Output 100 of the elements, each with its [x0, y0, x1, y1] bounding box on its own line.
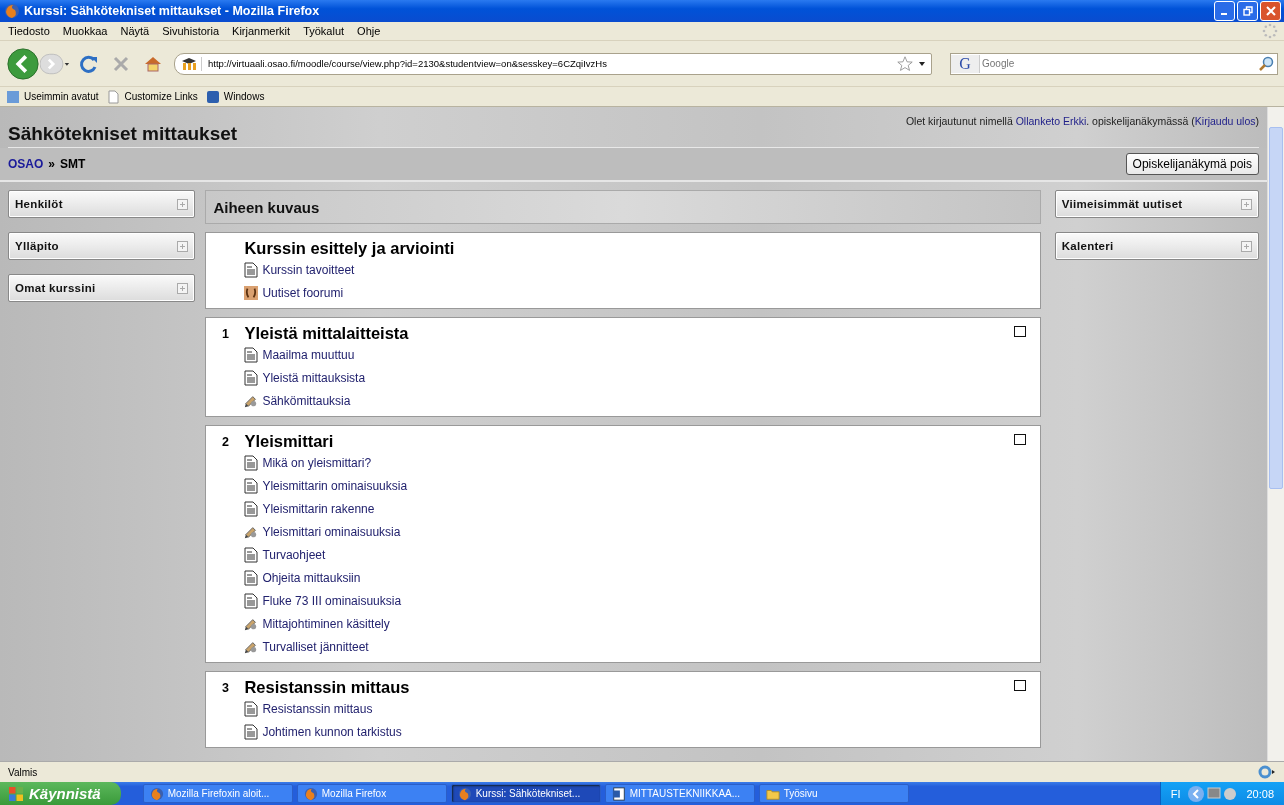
highlight-toggle-icon[interactable] [1013, 680, 1026, 691]
document-icon [611, 786, 626, 801]
activity-link[interactable]: Sähkömittauksia [262, 393, 351, 408]
activity-link[interactable]: Mittajohtiminen käsittely [262, 616, 390, 631]
loading-indicator-icon [1262, 23, 1278, 39]
back-button-icon[interactable] [6, 46, 40, 81]
close-icon [1265, 6, 1276, 16]
menu-item[interactable]: Kirjanmerkit [232, 25, 291, 37]
window-title: Kurssi: Sähkötekniset mittaukset - Mozilla Firefox [24, 4, 321, 18]
activity-link[interactable]: Yleismittari ominaisuuksia [262, 524, 401, 539]
document-icon [244, 500, 259, 517]
topic-header: Aiheen kuvaus [205, 190, 1041, 224]
menu-item[interactable]: Muokkaa [62, 25, 108, 37]
section-number: 3 [221, 681, 229, 695]
sidebar-block-header[interactable]: Kalenteri [1054, 232, 1259, 260]
expand-icon[interactable] [177, 240, 189, 252]
taskbar-button[interactable]: MITTAUSTEKNIIKKAA... [604, 784, 755, 803]
activity-link[interactable]: Kurssin tavoitteet [262, 262, 355, 277]
sidebar-block-header[interactable]: Omat kurssini [8, 274, 196, 302]
activity-link[interactable]: Johtimen kunnon tarkistus [262, 724, 402, 739]
login-info-text: Olet kirjautunut nimellä Ollanketo Erkki. opiskelijanäkymässä (Kirjaudu ulos) [905, 115, 1259, 127]
restore-button[interactable] [1237, 1, 1258, 21]
taskbar-button[interactable]: Mozilla Firefox [296, 784, 447, 803]
expand-icon[interactable] [177, 282, 189, 294]
bookmark-item[interactable]: Useimmin avatut [6, 89, 99, 104]
breadcrumb-text: SMT [60, 157, 86, 171]
activity-link[interactable]: Resistanssin mittaus [262, 701, 373, 716]
close-button[interactable] [1260, 1, 1281, 21]
menu-item[interactable]: Ohje [357, 25, 381, 37]
activity-link[interactable]: Ohjeita mittauksiin [262, 570, 361, 585]
activity-link[interactable]: Maailma muuttuu [262, 347, 355, 362]
tray-icons-drawing[interactable] [1188, 784, 1239, 803]
search-icon[interactable] [1258, 55, 1274, 72]
document-icon [244, 369, 259, 386]
sidebar-block-header[interactable]: Henkilöt [8, 190, 196, 218]
breadcrumb-text: » [48, 157, 56, 171]
bookmark-icon [6, 89, 20, 104]
breadcrumb-link[interactable]: OSAO [8, 157, 44, 171]
minimize-icon [1220, 13, 1227, 15]
highlight-toggle-icon[interactable] [1013, 434, 1026, 445]
forum-icon [244, 284, 259, 301]
sidebar-block-header[interactable]: Viimeisimmät uutiset [1054, 190, 1259, 218]
search-field[interactable]: G Google [950, 52, 1278, 75]
restore-icon [1242, 6, 1253, 16]
activity-link[interactable]: Turvaohjeet [262, 547, 326, 562]
expand-icon[interactable] [177, 198, 189, 210]
document-icon [244, 592, 259, 609]
document-icon [244, 723, 259, 740]
activity-link[interactable]: Uutiset foorumi [262, 285, 344, 300]
address-field[interactable]: http://virtuaali.osao.fi/moodle/course/view.php?id=2130&studentview=on&sesskey=6CZqiIvzHs [174, 52, 932, 75]
browser-logo-icon [303, 786, 318, 801]
bookmark-item[interactable]: Customize Links [106, 89, 198, 104]
section-title: Resistanssin mittaus [244, 677, 411, 697]
document-icon [244, 261, 259, 278]
sidebar-block-header[interactable]: Ylläpito [8, 232, 196, 260]
site-logo-icon [181, 56, 202, 71]
document-icon [244, 346, 259, 363]
menu-item[interactable]: Sivuhistoria [162, 25, 220, 37]
activity-link[interactable]: Yleismittarin rakenne [262, 501, 375, 516]
section-number: 2 [221, 435, 229, 449]
search-engine-icon[interactable]: G [951, 54, 980, 73]
section-number: 1 [221, 327, 229, 341]
minimize-button[interactable] [1214, 1, 1235, 21]
page-icon [106, 89, 121, 104]
dropdown-arrow-icon[interactable] [919, 61, 925, 66]
document-icon [244, 700, 259, 717]
document-icon [244, 454, 259, 471]
taskbar-button[interactable]: Työsivu [758, 784, 909, 803]
browser-logo-icon [4, 3, 20, 19]
bookmark-item[interactable]: Windows [205, 89, 265, 104]
activity-link[interactable]: Yleistä mittauksista [262, 370, 366, 385]
menu-item[interactable]: Työkalut [303, 25, 345, 37]
bookmark-icon [205, 89, 220, 104]
status-icon [1258, 765, 1276, 779]
taskbar-button[interactable]: Mozilla Firefoxin aloit... [142, 784, 293, 803]
highlight-toggle-icon[interactable] [1013, 326, 1026, 337]
taskbar-button[interactable]: Kurssi: Sähkötekniset... [450, 784, 601, 803]
menu-item[interactable]: Tiedosto [8, 25, 50, 37]
activity-link[interactable]: Yleismittarin ominaisuuksia [262, 478, 408, 493]
student-view-off-button[interactable]: Opiskelijanäkymä pois [1125, 153, 1259, 175]
vertical-scrollbar[interactable] [1267, 107, 1284, 761]
windows-flag-icon [8, 785, 24, 802]
clock: 20:08 [1246, 787, 1274, 800]
document-icon [244, 569, 259, 586]
document-icon [244, 546, 259, 563]
course-title: Sähkötekniset mittaukset [8, 123, 238, 146]
activity-link[interactable]: Mikä on yleismittari? [262, 455, 372, 470]
url-text: http://virtuaali.osao.fi/moodle/course/view.php?id=2130&studentview=on&sesskey=6CZqiIvzHs [208, 58, 608, 69]
expand-icon[interactable] [1241, 240, 1252, 252]
browser-logo-icon [457, 786, 472, 801]
section-title: Yleismittari [244, 431, 335, 451]
expand-icon[interactable] [1241, 198, 1252, 210]
activity-link[interactable]: Turvalliset jännitteet [262, 639, 369, 654]
document-icon [244, 477, 259, 494]
menu-item[interactable]: Näytä [120, 25, 150, 37]
reload-icon[interactable] [79, 53, 99, 74]
section-title: Kurssin esittely ja arviointi [244, 238, 456, 258]
activity-link[interactable]: Fluke 73 III ominaisuuksia [262, 593, 402, 608]
browser-logo-icon [149, 786, 164, 801]
star-icon[interactable] [897, 55, 913, 72]
